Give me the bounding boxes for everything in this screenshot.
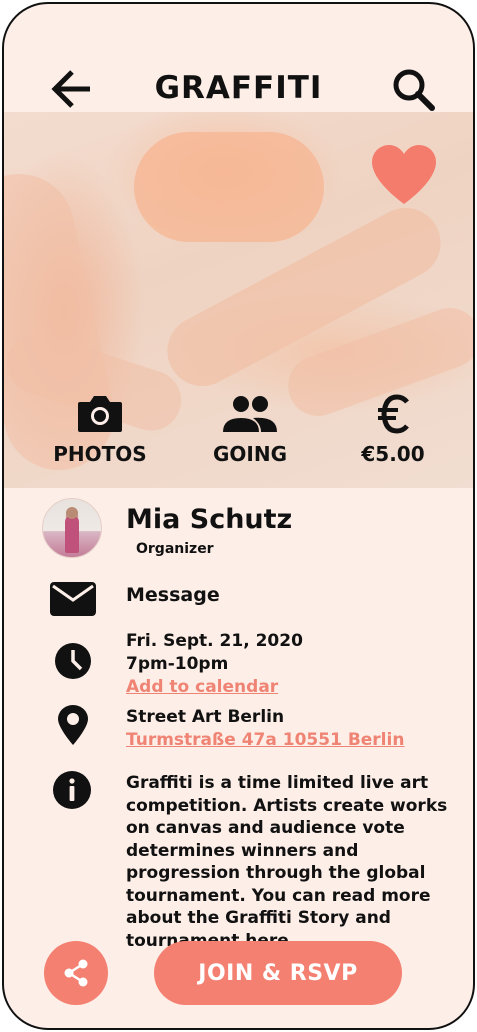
stat-going[interactable]: GOING [180, 390, 320, 466]
phone-frame: GRAFFITI PHOTOS GOING €5.00 Mia Schutz O… [2, 2, 475, 1030]
message-link[interactable]: Message [126, 584, 220, 607]
description-text: Graffiti is a time limited live art comp… [126, 773, 448, 951]
event-date: Fri. Sept. 21, 2020 [126, 631, 303, 651]
event-schedule: Fri. Sept. 21, 2020 7pm-10pm Add to cale… [126, 630, 303, 699]
mail-icon[interactable] [50, 582, 96, 620]
avatar-head [66, 507, 78, 519]
stat-label: €5.00 [361, 442, 425, 466]
event-time: 7pm-10pm [126, 654, 229, 674]
location-pin-icon [56, 704, 90, 750]
top-bar: GRAFFITI [4, 4, 473, 112]
address-link[interactable]: Turmstraße 47a 10551 Berlin [126, 729, 404, 752]
event-location: Street Art Berlin Turmstraße 47a 10551 B… [126, 706, 404, 752]
stat-label: GOING [212, 442, 287, 466]
organizer-role: Organizer [136, 541, 214, 557]
share-button[interactable] [44, 941, 108, 1005]
avatar-figure [65, 515, 79, 553]
venue-name: Street Art Berlin [126, 707, 285, 727]
join-rsvp-button[interactable]: JOIN & RSVP [154, 941, 402, 1005]
organizer-name[interactable]: Mia Schutz [126, 504, 292, 535]
share-icon [64, 959, 88, 987]
info-icon [52, 770, 92, 814]
avatar[interactable] [42, 498, 102, 558]
add-to-calendar-link[interactable]: Add to calendar [126, 676, 303, 699]
search-icon[interactable] [390, 66, 436, 112]
camera-icon [30, 390, 170, 434]
clock-icon [54, 642, 92, 684]
people-icon [180, 390, 320, 434]
stat-label: PHOTOS [53, 442, 147, 466]
event-description: Graffiti is a time limited live art comp… [126, 772, 466, 952]
stat-photos[interactable]: PHOTOS [30, 390, 170, 466]
photo-shape [134, 132, 324, 242]
stat-price: €5.00 [323, 390, 463, 466]
heart-icon[interactable] [370, 144, 438, 206]
euro-icon [323, 390, 463, 434]
